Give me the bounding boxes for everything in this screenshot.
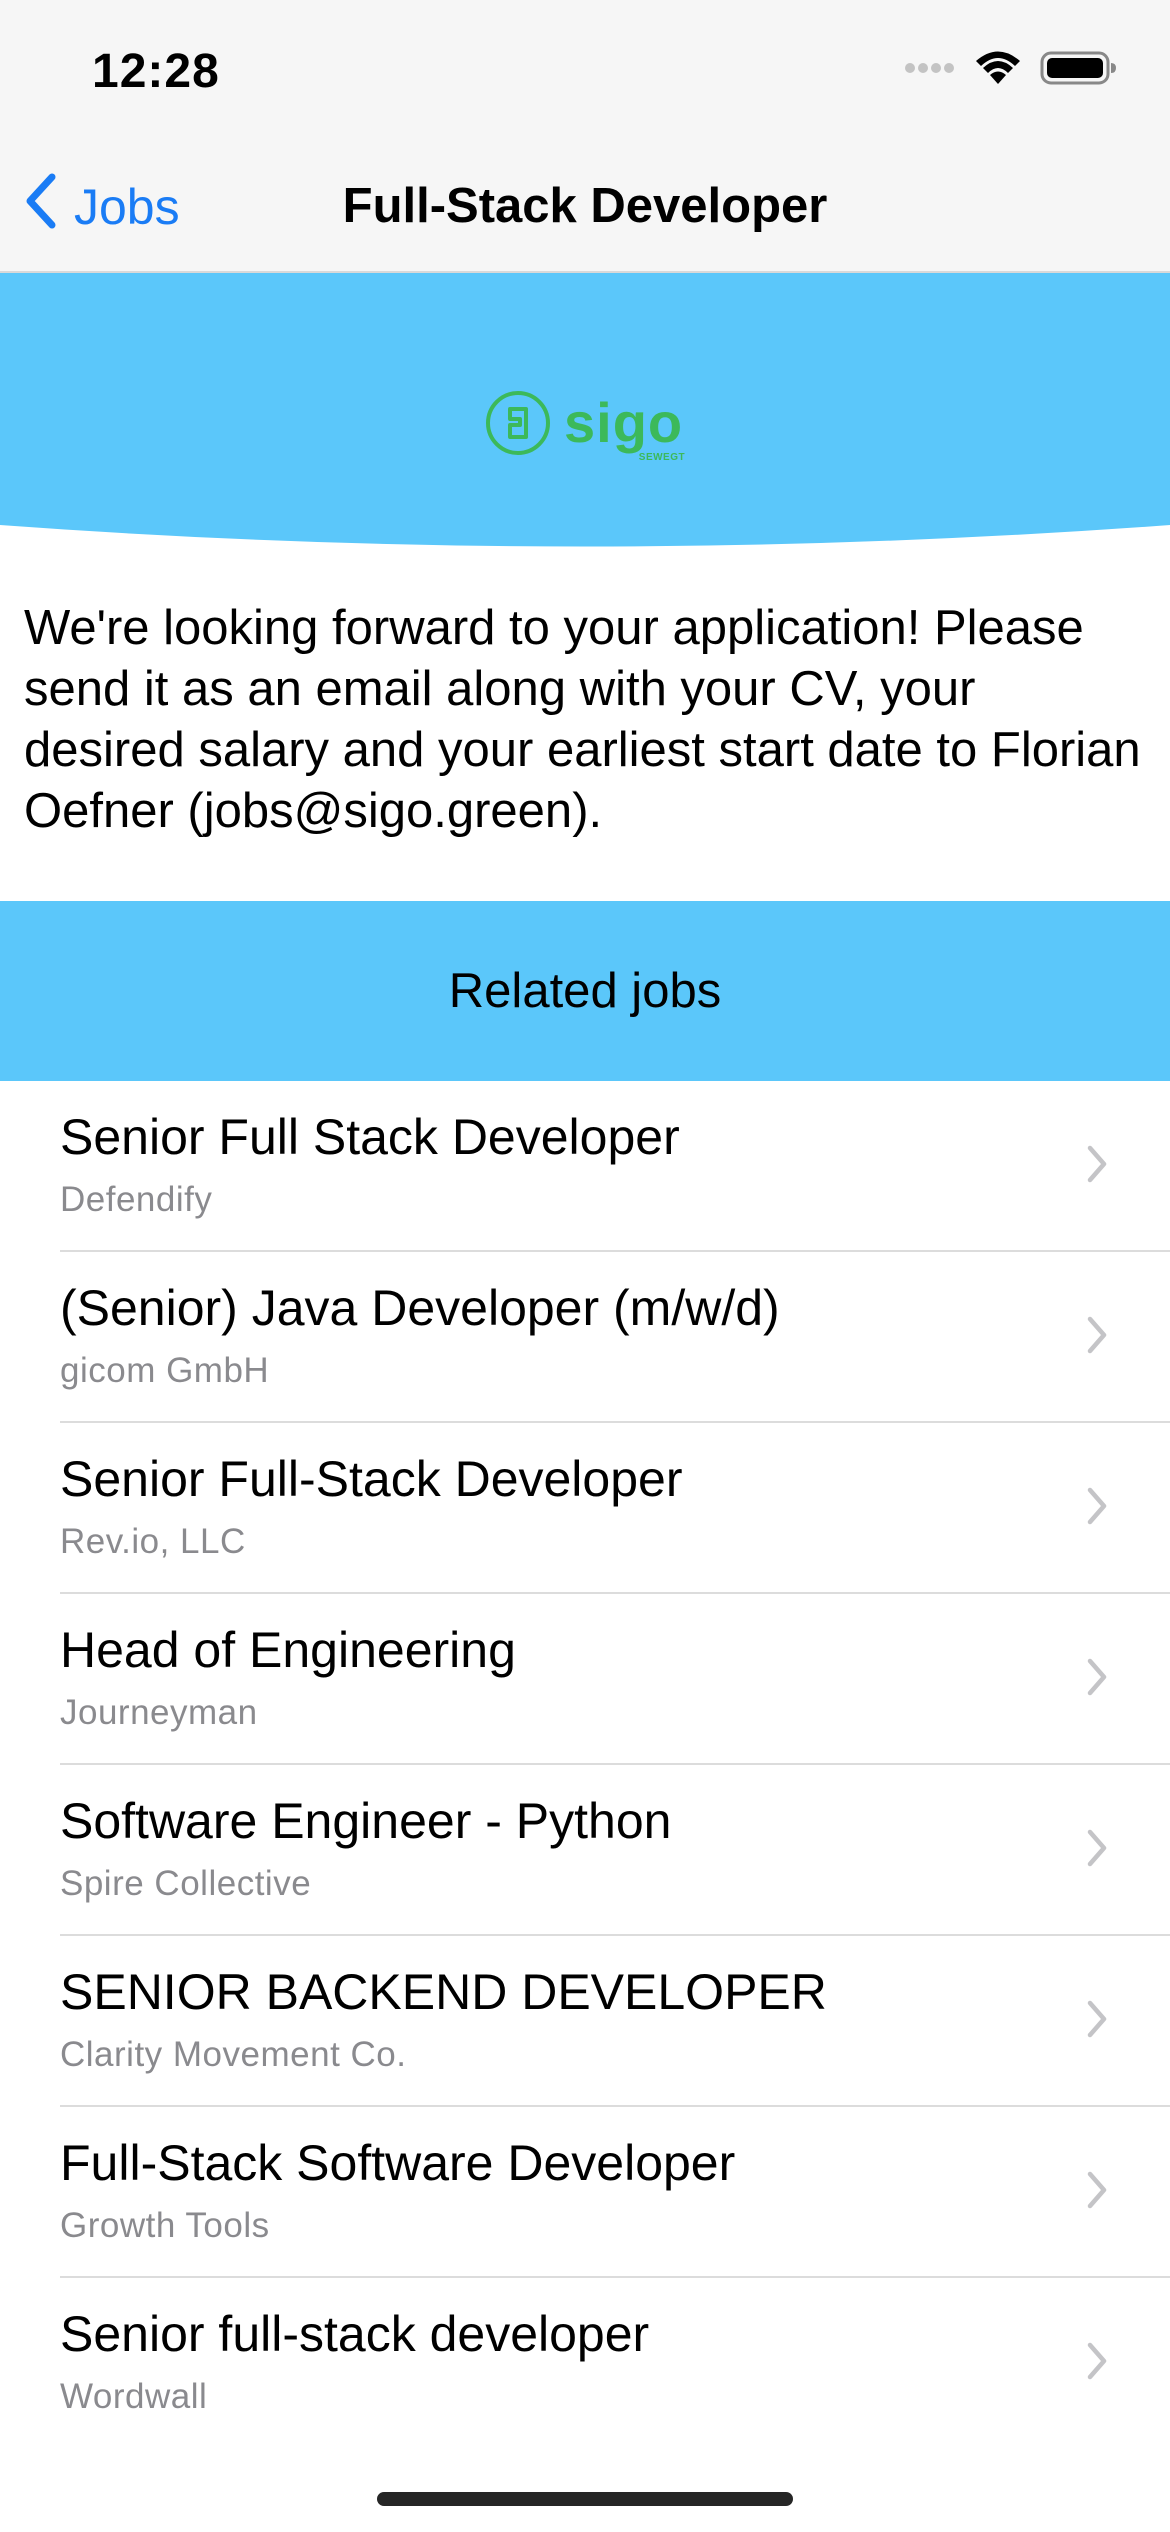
- chevron-right-icon: [1086, 1144, 1108, 1189]
- page-title: Full-Stack Developer: [342, 179, 828, 233]
- job-row[interactable]: SENIOR BACKEND DEVELOPER Clarity Movemen…: [0, 1936, 1170, 2107]
- header-banner: sigo SEWEGT: [0, 273, 1170, 553]
- job-company: Spire Collective: [60, 1864, 312, 1903]
- job-row[interactable]: Software Engineer - Python Spire Collect…: [0, 1765, 1170, 1936]
- job-row[interactable]: Senior Full Stack Developer Defendify: [0, 1081, 1170, 1252]
- battery-icon: [1040, 50, 1118, 91]
- chevron-right-icon: [1086, 1315, 1108, 1360]
- job-title: (Senior) Java Developer (m/w/d): [60, 1280, 780, 1336]
- application-message: We're looking forward to your applicatio…: [24, 601, 1141, 838]
- chevron-right-icon: [1086, 2170, 1108, 2215]
- job-row[interactable]: (Senior) Java Developer (m/w/d) gicom Gm…: [0, 1252, 1170, 1423]
- logo-text: sigo: [564, 391, 684, 454]
- wifi-icon: [974, 50, 1022, 91]
- job-row[interactable]: Head of Engineering Journeyman: [0, 1594, 1170, 1765]
- job-company: Wordwall: [60, 2377, 208, 2416]
- job-title: Head of Engineering: [60, 1622, 516, 1678]
- related-jobs-title: Related jobs: [448, 964, 722, 1018]
- job-title: Senior Full Stack Developer: [60, 1109, 680, 1165]
- job-company: Defendify: [60, 1180, 213, 1219]
- job-company: gicom GmbH: [60, 1351, 270, 1390]
- chevron-right-icon: [1086, 1999, 1108, 2044]
- signal-dots-icon: [904, 61, 956, 80]
- logo-mark-icon: [484, 389, 552, 457]
- company-logo: sigo SEWEGT: [484, 389, 685, 463]
- status-bar: 12:28: [0, 0, 1170, 140]
- job-company: Rev.io, LLC: [60, 1522, 246, 1561]
- status-time: 12:28: [92, 45, 220, 98]
- home-indicator: [377, 2492, 793, 2506]
- job-company: Growth Tools: [60, 2206, 270, 2245]
- job-title: Software Engineer - Python: [60, 1793, 672, 1849]
- job-row[interactable]: Full-Stack Software Developer Growth Too…: [0, 2107, 1170, 2278]
- job-company: Journeyman: [60, 1693, 258, 1732]
- logo-subtext: SEWEGT: [638, 452, 686, 463]
- job-row[interactable]: Senior full-stack developer Wordwall: [0, 2278, 1170, 2449]
- chevron-right-icon: [1086, 1828, 1108, 1873]
- job-company: Clarity Movement Co.: [60, 2035, 407, 2074]
- chevron-right-icon: [1086, 1486, 1108, 1531]
- chevron-right-icon: [1086, 2341, 1108, 2386]
- related-jobs-header: Related jobs: [0, 901, 1170, 1081]
- job-row[interactable]: Senior Full-Stack Developer Rev.io, LLC: [0, 1423, 1170, 1594]
- chevron-right-icon: [1086, 1657, 1108, 1702]
- job-title: Full-Stack Software Developer: [60, 2135, 736, 2191]
- related-jobs-list: Senior Full Stack Developer Defendify (S…: [0, 1081, 1170, 2449]
- job-title: Senior full-stack developer: [60, 2306, 650, 2362]
- navigation-bar: Jobs Full-Stack Developer: [0, 140, 1170, 273]
- status-icons: [904, 50, 1118, 91]
- job-title: Senior Full-Stack Developer: [60, 1451, 683, 1507]
- job-title: SENIOR BACKEND DEVELOPER: [60, 1964, 827, 2020]
